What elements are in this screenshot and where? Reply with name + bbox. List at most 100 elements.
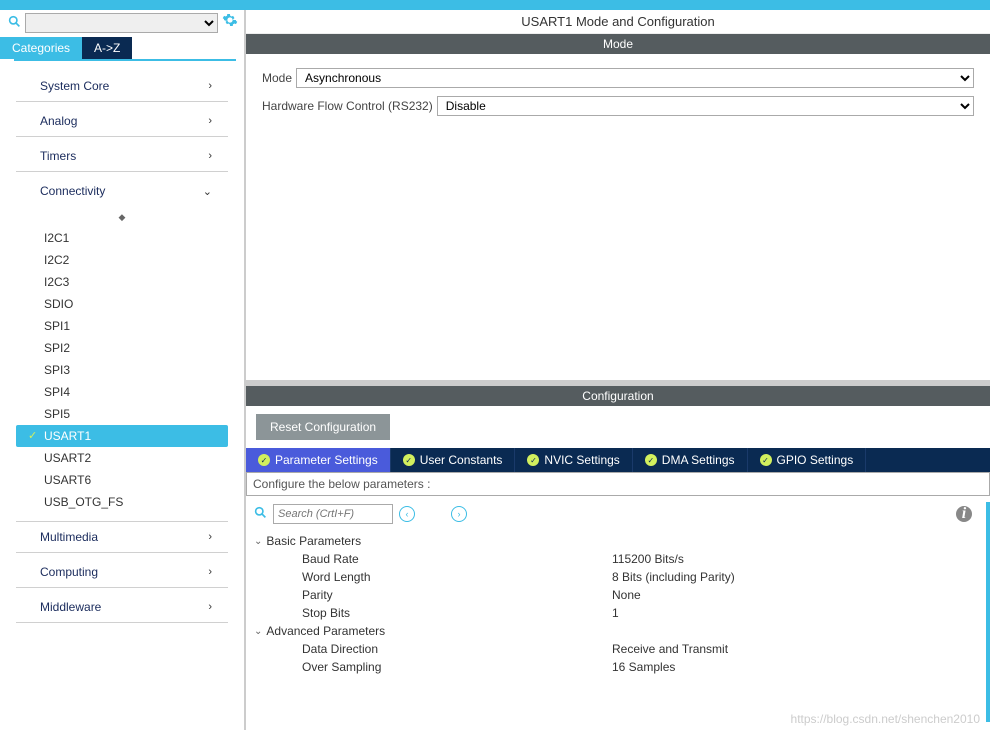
search-next-icon[interactable]: › xyxy=(451,506,467,522)
tab-label: GPIO Settings xyxy=(777,453,854,467)
collapse-icon: ⌄ xyxy=(254,536,262,547)
tab-user-constants[interactable]: ✓ User Constants xyxy=(391,448,516,472)
hwflow-row: Hardware Flow Control (RS232) Disable xyxy=(262,96,974,116)
sidebar-item-spi5[interactable]: SPI5 xyxy=(16,403,228,425)
mode-select[interactable]: Asynchronous xyxy=(296,68,974,88)
param-over-sampling[interactable]: Over Sampling 16 Samples xyxy=(254,658,982,676)
tab-dma-settings[interactable]: ✓ DMA Settings xyxy=(633,448,748,472)
check-icon: ✓ xyxy=(403,454,415,466)
param-word-length[interactable]: Word Length 8 Bits (including Parity) xyxy=(254,568,982,586)
info-icon[interactable]: i xyxy=(956,506,972,522)
sidebar-item-usart6[interactable]: USART6 xyxy=(16,469,228,491)
left-panel: Categories A->Z System Core › Analog › T… xyxy=(0,10,246,730)
sidebar-item-sdio[interactable]: SDIO xyxy=(16,293,228,315)
mode-row: Mode Asynchronous xyxy=(262,68,974,88)
app-topbar xyxy=(0,0,990,10)
category-list: System Core › Analog › Timers › Connecti… xyxy=(0,61,244,623)
category-analog[interactable]: Analog › xyxy=(16,106,228,137)
tab-gpio-settings[interactable]: ✓ GPIO Settings xyxy=(748,448,867,472)
check-icon: ✓ xyxy=(645,454,657,466)
sidebar-item-i2c1[interactable]: I2C1 xyxy=(16,227,228,249)
tab-label: User Constants xyxy=(420,453,503,467)
category-label: Multimedia xyxy=(40,530,98,544)
group-advanced-parameters[interactable]: ⌄ Advanced Parameters xyxy=(254,622,982,640)
param-label: Word Length xyxy=(302,570,612,584)
category-timers[interactable]: Timers › xyxy=(16,141,228,172)
check-icon: ✓ xyxy=(258,454,270,466)
tab-label: Parameter Settings xyxy=(275,453,378,467)
sidebar-item-spi2[interactable]: SPI2 xyxy=(16,337,228,359)
group-label: Advanced Parameters xyxy=(266,624,385,638)
param-baud-rate[interactable]: Baud Rate 115200 Bits/s xyxy=(254,550,982,568)
param-value: 115200 Bits/s xyxy=(612,552,684,566)
mode-panel: Mode Asynchronous Hardware Flow Control … xyxy=(246,54,990,380)
search-icon xyxy=(8,15,21,31)
param-parity[interactable]: Parity None xyxy=(254,586,982,604)
category-computing[interactable]: Computing › xyxy=(16,557,228,588)
param-label: Parity xyxy=(302,588,612,602)
sidebar-item-i2c3[interactable]: I2C3 xyxy=(16,271,228,293)
reset-row: Reset Configuration xyxy=(246,406,990,448)
category-label: Computing xyxy=(40,565,98,579)
param-value: 1 xyxy=(612,606,619,620)
sort-handle-icon[interactable]: ◆ xyxy=(0,210,244,225)
gear-icon[interactable] xyxy=(222,12,238,33)
param-value: None xyxy=(612,588,641,602)
param-value: Receive and Transmit xyxy=(612,642,728,656)
collapse-icon: ⌄ xyxy=(254,626,262,637)
sidebar-item-spi1[interactable]: SPI1 xyxy=(16,315,228,337)
reset-configuration-button[interactable]: Reset Configuration xyxy=(256,414,390,440)
config-section-header: Configuration xyxy=(246,386,990,406)
search-select[interactable] xyxy=(25,13,218,33)
group-basic-parameters[interactable]: ⌄ Basic Parameters xyxy=(254,532,982,550)
tab-a-z[interactable]: A->Z xyxy=(82,37,132,59)
main-layout: Categories A->Z System Core › Analog › T… xyxy=(0,10,990,730)
tab-label: NVIC Settings xyxy=(544,453,619,467)
sidebar-item-usb-otg-fs[interactable]: USB_OTG_FS xyxy=(16,491,228,513)
param-data-direction[interactable]: Data Direction Receive and Transmit xyxy=(254,640,982,658)
category-label: Connectivity xyxy=(40,184,105,198)
tab-categories[interactable]: Categories xyxy=(0,37,82,59)
param-value: 8 Bits (including Parity) xyxy=(612,570,735,584)
sidebar-item-spi3[interactable]: SPI3 xyxy=(16,359,228,381)
param-label: Over Sampling xyxy=(302,660,612,674)
instruction-text: Configure the below parameters : xyxy=(246,472,990,496)
connectivity-sublist: I2C1 I2C2 I2C3 SDIO SPI1 SPI2 SPI3 SPI4 … xyxy=(16,227,228,513)
scrollbar[interactable] xyxy=(986,502,990,722)
sidebar-item-spi4[interactable]: SPI4 xyxy=(16,381,228,403)
param-search-input[interactable] xyxy=(273,504,393,524)
chevron-right-icon: › xyxy=(208,531,212,543)
right-panel: USART1 Mode and Configuration Mode Mode … xyxy=(246,10,990,730)
group-label: Basic Parameters xyxy=(266,534,361,548)
category-middleware[interactable]: Middleware › xyxy=(16,592,228,623)
sidebar-item-i2c2[interactable]: I2C2 xyxy=(16,249,228,271)
chevron-right-icon: › xyxy=(208,566,212,578)
param-value: 16 Samples xyxy=(612,660,675,674)
check-icon: ✓ xyxy=(527,454,539,466)
param-label: Baud Rate xyxy=(302,552,612,566)
chevron-right-icon: › xyxy=(208,80,212,92)
param-search-row: ‹ › i xyxy=(246,496,990,528)
param-stop-bits[interactable]: Stop Bits 1 xyxy=(254,604,982,622)
param-label: Data Direction xyxy=(302,642,612,656)
hwflow-select[interactable]: Disable xyxy=(437,96,974,116)
search-prev-icon[interactable]: ‹ xyxy=(399,506,415,522)
config-panel: Reset Configuration ✓ Parameter Settings… xyxy=(246,406,990,730)
tab-nvic-settings[interactable]: ✓ NVIC Settings xyxy=(515,448,632,472)
category-label: Analog xyxy=(40,114,77,128)
chevron-right-icon: › xyxy=(208,601,212,613)
category-label: System Core xyxy=(40,79,109,93)
param-label: Stop Bits xyxy=(302,606,612,620)
category-system-core[interactable]: System Core › xyxy=(16,71,228,102)
category-multimedia[interactable]: Multimedia › xyxy=(16,521,228,553)
chevron-right-icon: › xyxy=(208,150,212,162)
check-icon: ✓ xyxy=(760,454,772,466)
chevron-right-icon: › xyxy=(208,115,212,127)
sidebar-item-usart2[interactable]: USART2 xyxy=(16,447,228,469)
category-label: Timers xyxy=(40,149,76,163)
chevron-down-icon: ⌄ xyxy=(203,185,212,198)
tab-parameter-settings[interactable]: ✓ Parameter Settings xyxy=(246,448,391,472)
category-connectivity[interactable]: Connectivity ⌄ xyxy=(16,176,228,206)
sidebar-item-usart1[interactable]: USART1 xyxy=(16,425,228,447)
mode-label: Mode xyxy=(262,71,292,85)
